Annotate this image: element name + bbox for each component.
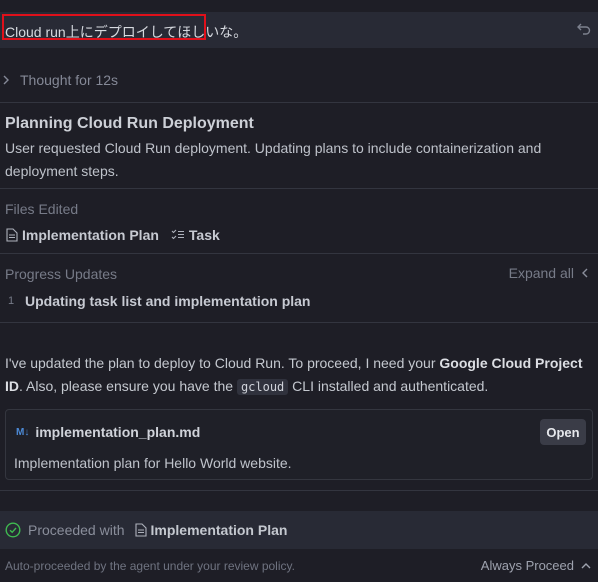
file-item-label: Implementation Plan bbox=[22, 227, 159, 243]
divider bbox=[0, 490, 598, 491]
divider bbox=[0, 188, 598, 189]
chevron-left-icon bbox=[582, 268, 588, 278]
user-message-text: Cloud run上にデプロイしてほしいな。 bbox=[5, 24, 248, 40]
files-edited-list: Implementation Plan Task bbox=[6, 227, 220, 243]
divider bbox=[0, 102, 598, 103]
thought-label: Thought for 12s bbox=[20, 72, 119, 88]
proceeded-bar: Proceeded with Implementation Plan bbox=[0, 511, 598, 549]
expand-all-label: Expand all bbox=[508, 265, 574, 281]
artifact-description: Implementation plan for Hello World webs… bbox=[14, 455, 292, 471]
file-item-label: Task bbox=[188, 227, 220, 243]
undo-icon[interactable] bbox=[576, 20, 592, 36]
assistant-message: I've updated the plan to deploy to Cloud… bbox=[5, 352, 593, 399]
policy-text: Auto-proceeded by the agent under your r… bbox=[5, 559, 295, 573]
artifact-filename: implementation_plan.md bbox=[35, 424, 201, 440]
thought-toggle[interactable]: Thought for 12s bbox=[0, 68, 118, 92]
open-button[interactable]: Open bbox=[540, 419, 586, 445]
file-item-implementation-plan[interactable]: Implementation Plan bbox=[6, 227, 159, 243]
chevron-right-icon bbox=[3, 75, 9, 85]
divider bbox=[0, 253, 598, 254]
always-proceed-label: Always Proceed bbox=[480, 558, 574, 573]
message-text: CLI installed and authenticated. bbox=[288, 378, 489, 394]
proceeded-label: Proceeded with bbox=[28, 522, 125, 538]
chevron-up-icon bbox=[581, 562, 591, 568]
artifact-card-header: M↓ implementation_plan.md bbox=[16, 424, 200, 440]
plan-description: User requested Cloud Run deployment. Upd… bbox=[5, 140, 542, 179]
files-edited-label: Files Edited bbox=[5, 201, 79, 217]
proceeded-link-label: Implementation Plan bbox=[150, 522, 288, 538]
file-icon bbox=[134, 523, 147, 537]
footer: Auto-proceeded by the agent under your r… bbox=[0, 556, 598, 576]
progress-item-number: 1 bbox=[8, 295, 15, 307]
message-text: I've updated the plan to deploy to Cloud… bbox=[5, 355, 440, 371]
checklist-icon bbox=[171, 229, 184, 240]
progress-updates-label: Progress Updates bbox=[5, 266, 118, 282]
plan-title: Planning Cloud Run Deployment bbox=[5, 115, 254, 132]
user-message: Cloud run上にデプロイしてほしいな。 bbox=[0, 12, 598, 48]
message-text: . Also, please ensure you have the bbox=[19, 378, 237, 394]
inline-code: gcloud bbox=[236, 379, 289, 395]
divider bbox=[0, 322, 598, 323]
proceeded-plan-link[interactable]: Implementation Plan bbox=[134, 522, 288, 538]
markdown-icon: M↓ bbox=[16, 426, 30, 438]
file-item-task[interactable]: Task bbox=[171, 227, 220, 243]
progress-item-text: Updating task list and implementation pl… bbox=[25, 293, 311, 309]
artifact-card[interactable]: M↓ implementation_plan.md Implementation… bbox=[5, 409, 593, 480]
progress-item: 1 Updating task list and implementation … bbox=[8, 293, 310, 309]
check-circle-icon bbox=[5, 522, 21, 538]
file-icon bbox=[6, 228, 18, 242]
always-proceed-dropdown[interactable]: Always Proceed bbox=[481, 558, 592, 573]
expand-all-button[interactable]: Expand all bbox=[509, 265, 590, 281]
